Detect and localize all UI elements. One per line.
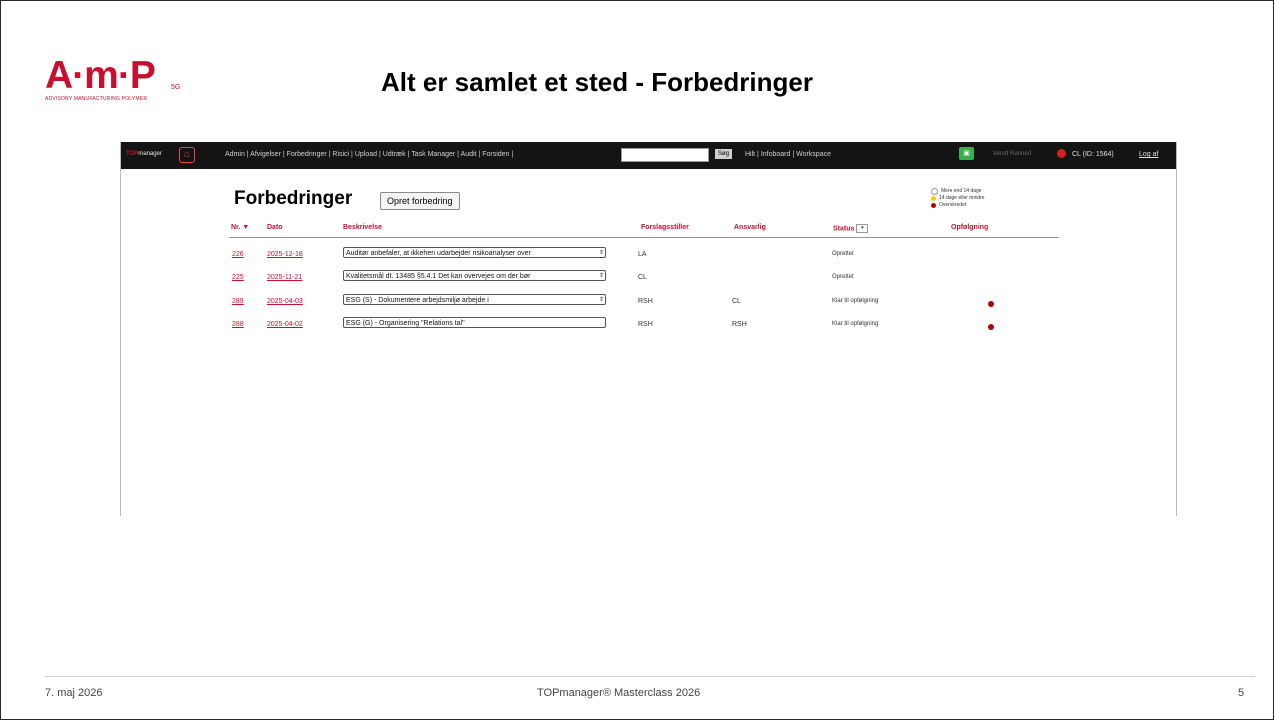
white-dot-icon — [931, 188, 938, 195]
user-label: CL (ID: 1564) — [1072, 151, 1114, 158]
page-number: 5 — [1238, 687, 1245, 699]
followup-legend: Mere end 14 dage 14 dage eller mindre Ov… — [931, 188, 985, 209]
chat-icon[interactable]: ▣ — [959, 147, 974, 160]
row-nr-link[interactable]: 225 — [232, 274, 244, 281]
search-button[interactable]: Søg — [715, 149, 733, 159]
row-date-link[interactable]: 2025-12-18 — [267, 251, 303, 258]
col-header-ansvarlig[interactable]: Ansvarlig — [734, 224, 766, 231]
logo-text: A·m·P — [45, 54, 156, 97]
row-nr-link[interactable]: 289 — [232, 298, 244, 305]
row-date-link[interactable]: 2025-04-02 — [267, 321, 303, 328]
col-header-opfolgning[interactable]: Opfølgning — [951, 224, 988, 231]
home-icon[interactable]: ⌂ — [179, 147, 195, 163]
scroll-arrows-icon[interactable]: ⇕ — [599, 295, 604, 304]
create-improvement-button[interactable]: Opret forbedring — [380, 192, 460, 210]
row-status: Klar til opfølgning — [832, 321, 879, 327]
yellow-dot-icon — [931, 196, 936, 201]
row-date-link[interactable]: 2025-04-03 — [267, 298, 303, 305]
app-topbar: TOPmanager ⌂ Admin | Afvigelser | Forbed… — [121, 142, 1176, 169]
logo-tagline: ADVISORY MANUFACTURING POLYMER — [45, 96, 148, 102]
row-nr-link[interactable]: 288 — [232, 321, 244, 328]
col-header-forslagsstiller[interactable]: Forslagsstiller — [641, 224, 689, 231]
row-proposer: RSH — [638, 298, 653, 305]
footer-date: 7. maj 2026 — [45, 687, 103, 699]
scroll-arrows-icon[interactable]: ⇕ — [599, 248, 604, 257]
inactive-link[interactable]: Vendt Rannerl — [993, 151, 1031, 157]
legend-item: Mere end 14 dage — [931, 188, 985, 195]
col-header-nr[interactable]: Nr. ▼ — [231, 224, 249, 231]
row-status: Oprettet — [832, 251, 854, 257]
main-nav[interactable]: Admin | Afvigelser | Forbedringer | Risi… — [225, 151, 513, 158]
status-filter-dropdown[interactable]: ▾ — [856, 224, 869, 233]
row-proposer: LA — [638, 251, 647, 258]
table-row: 289 2025-04-03 ESG (S) - Dokumentere arb… — [121, 291, 1176, 311]
col-header-beskrivelse[interactable]: Beskrivelse — [343, 224, 382, 231]
row-nr-link[interactable]: 226 — [232, 251, 244, 258]
legend-item: Overskredet — [931, 202, 985, 209]
embedded-app-screenshot: TOPmanager ⌂ Admin | Afvigelser | Forbed… — [120, 142, 1177, 516]
row-description-field[interactable]: ESG (S) - Dokumentere arbejdsmiljø arbej… — [343, 294, 606, 305]
row-proposer: CL — [638, 274, 647, 281]
amp-logo: A·m·P 5G ADVISORY MANUFACTURING POLYMER — [45, 54, 185, 110]
page-heading: Forbedringer — [234, 188, 353, 209]
logo-superscript: 5G — [171, 84, 181, 91]
table-row: 226 2025-12-18 Auditør anbefaler, at ikk… — [121, 244, 1176, 264]
col-header-dato[interactable]: Dato — [267, 224, 283, 231]
row-responsible: RSH — [732, 321, 747, 328]
row-proposer: RSH — [638, 321, 653, 328]
row-description-field[interactable]: ESG (G) - Organisering "Relations tal" — [343, 317, 606, 328]
table-row: 225 2025-11-21 Kvalitetsmål dt. 13485 §5… — [121, 267, 1176, 287]
overdue-dot-icon — [988, 324, 994, 330]
table-row: 288 2025-04-02 ESG (G) - Organisering "R… — [121, 314, 1176, 334]
secondary-nav[interactable]: Hilt | Infoboard | Workspace — [745, 151, 831, 158]
notification-icon[interactable] — [1057, 149, 1066, 158]
footer-title: TOPmanager® Masterclass 2026 — [537, 687, 701, 699]
row-status: Klar til opfølgning — [832, 298, 879, 304]
topmanager-logo[interactable]: TOPmanager — [126, 151, 162, 157]
logout-link[interactable]: Log af — [1139, 151, 1158, 158]
red-dot-icon — [931, 203, 936, 208]
slide-title: Alt er samlet et sted - Forbedringer — [381, 67, 813, 97]
row-date-link[interactable]: 2025-11-21 — [267, 274, 302, 281]
header-divider — [229, 237, 1059, 238]
col-header-status[interactable]: Status ▾ — [833, 224, 869, 233]
legend-item: 14 dage eller mindre — [931, 195, 985, 202]
footer-divider — [45, 676, 1255, 677]
row-responsible: CL — [732, 298, 741, 305]
scroll-arrows-icon[interactable]: ⇕ — [599, 271, 604, 280]
row-status: Oprettet — [832, 274, 854, 280]
row-description-field[interactable]: Kvalitetsmål dt. 13485 §5.4.1 Det kan ov… — [343, 270, 606, 281]
slide: A·m·P 5G ADVISORY MANUFACTURING POLYMER … — [0, 0, 1274, 720]
search-input[interactable] — [621, 148, 709, 162]
row-description-field[interactable]: Auditør anbefaler, at ikkehen udarbejder… — [343, 247, 606, 258]
overdue-dot-icon — [988, 301, 994, 307]
